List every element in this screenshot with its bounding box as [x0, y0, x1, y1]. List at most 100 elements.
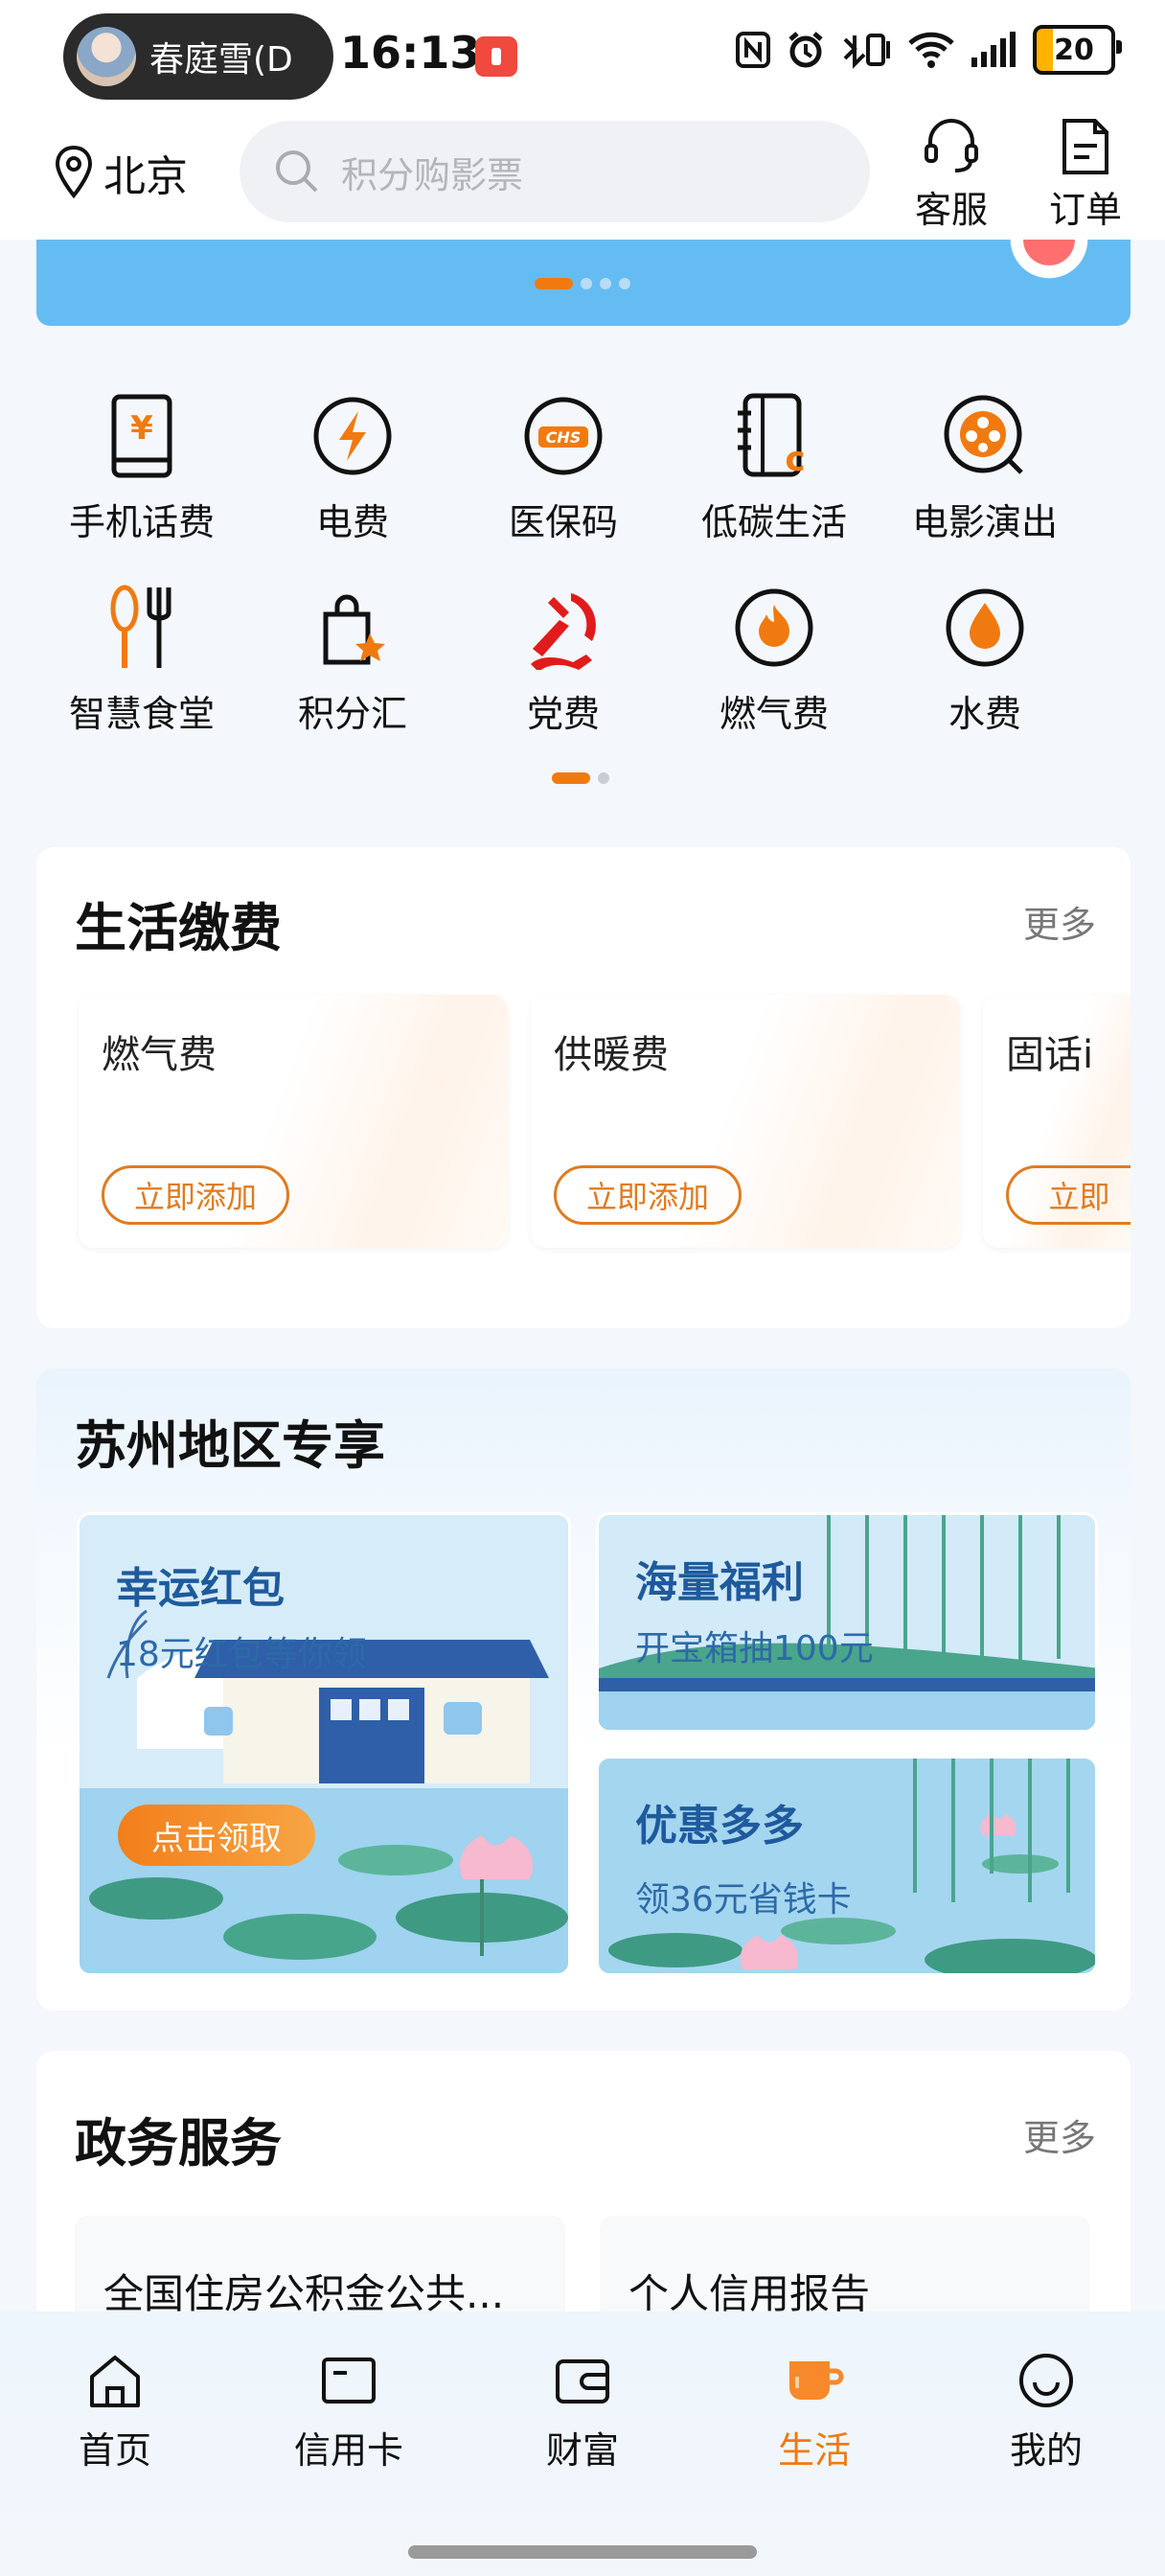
grid-item-electricity[interactable]: 电费	[247, 383, 458, 545]
bottom-nav: 首页 信用卡 财富 生活 我的	[0, 2312, 1165, 2576]
nav-life[interactable]: 生活	[738, 2350, 891, 2473]
grid-label: 低碳生活	[700, 501, 847, 543]
grid-item-canteen[interactable]: 智慧食堂	[36, 575, 247, 737]
medical-insurance-icon: CHS	[524, 397, 603, 475]
battery-icon: 20	[1033, 25, 1122, 75]
party-fee-icon	[531, 593, 596, 670]
tile-subtitle: 18元红包等你领	[116, 1635, 367, 1674]
user-pill[interactable]: 春庭雪(D	[63, 13, 333, 100]
grid-item-water-fee[interactable]: 水费	[879, 575, 1090, 737]
grid-label: 电影演出	[911, 501, 1058, 543]
tile-subtitle: 领36元省钱卡	[635, 1880, 852, 1920]
orders-label: 订单	[1048, 189, 1122, 231]
home-indicator[interactable]	[408, 2545, 757, 2559]
banner-decoration	[987, 240, 1111, 297]
status-icons: 20	[734, 25, 1122, 75]
bill-item-heating[interactable]: 供暖费 立即添加	[531, 995, 960, 1248]
mass-benefits-tile[interactable]: 海量福利 开宝箱抽100元	[596, 1512, 1098, 1733]
gov-services-card: 政务服务 更多 全国住房公积金公共... 个人信用报告	[36, 2051, 1131, 2338]
promo-banner[interactable]	[36, 240, 1131, 326]
tile-title: 优惠多多	[635, 1802, 804, 1851]
nav-mine[interactable]: 我的	[970, 2350, 1123, 2473]
bill-item-gas[interactable]: 燃气费 立即添加	[79, 995, 508, 1248]
nav-label: 信用卡	[293, 2429, 403, 2472]
clock: 16:13	[340, 27, 481, 79]
svg-text:¥: ¥	[130, 409, 153, 448]
nav-wealth[interactable]: 财富	[506, 2350, 659, 2473]
grid-label: 智慧食堂	[68, 693, 215, 735]
bill-label: 固话i	[1006, 1033, 1094, 1077]
tile-title: 海量福利	[635, 1558, 804, 1607]
customer-service-button[interactable]: 客服	[899, 117, 1004, 233]
more-link[interactable]: 更多	[1023, 2108, 1096, 2161]
orders-button[interactable]: 订单	[1033, 117, 1138, 233]
grid-item-party-fee[interactable]: 党费	[458, 575, 669, 737]
svg-text:c: c	[785, 440, 805, 479]
life-payment-card: 生活缴费 更多 燃气费 立即添加 供暖费 立即添加 固话i 立即	[36, 847, 1131, 1328]
water-drop-icon	[946, 588, 1024, 667]
more-link[interactable]: 更多	[1023, 895, 1096, 948]
smile-icon	[1019, 2354, 1073, 2407]
location-pin-icon	[55, 145, 93, 199]
city-label: 北京	[103, 152, 188, 201]
customer-service-label: 客服	[914, 189, 988, 231]
wallet-icon	[556, 2359, 609, 2404]
grid-label: 水费	[948, 693, 1021, 735]
top-header: 北京 积分购影票 客服 订单	[0, 113, 1165, 240]
vibrate-icon	[843, 34, 890, 69]
nav-label: 我的	[1009, 2429, 1083, 2472]
grid-item-low-carbon[interactable]: c 低碳生活	[669, 383, 879, 545]
signal-icon	[971, 32, 1016, 67]
cutlery-icon	[110, 585, 171, 668]
grid-label: 燃气费	[719, 693, 829, 735]
suzhou-exclusive-card: 苏州地区专享 幸运红包 18元红包等你领 点击领取 海量福利 开宝箱抽100元 …	[36, 1368, 1131, 2011]
tile-subtitle: 开宝箱抽100元	[635, 1629, 874, 1668]
film-reel-icon	[944, 395, 1023, 474]
lucky-red-packet-tile[interactable]: 幸运红包 18元红包等你领 点击领取	[77, 1512, 571, 1976]
wifi-icon	[908, 32, 954, 68]
order-document-icon	[1062, 119, 1108, 174]
points-bag-icon	[323, 594, 385, 665]
nfc-icon	[736, 32, 770, 68]
grid-item-movies[interactable]: 电影演出	[879, 383, 1090, 545]
add-now-button[interactable]: 立即添加	[102, 1165, 289, 1225]
phone-bill-icon: ¥	[111, 394, 172, 478]
grid-item-medical-code[interactable]: CHS 医保码	[458, 383, 669, 545]
grid-label: 积分汇	[297, 693, 407, 735]
headset-icon	[925, 119, 978, 172]
bill-label: 供暖费	[554, 1033, 669, 1077]
nav-label: 生活	[777, 2429, 851, 2472]
low-carbon-icon: c	[738, 393, 806, 479]
grid-label: 手机话费	[68, 501, 215, 543]
battery-level: 20	[1054, 33, 1094, 67]
gas-flame-icon	[735, 588, 813, 667]
add-now-button[interactable]: 立即	[1006, 1165, 1131, 1225]
bill-item-landline[interactable]: 固话i 立即	[983, 995, 1131, 1248]
search-input[interactable]: 积分购影票	[240, 121, 870, 222]
add-now-button[interactable]: 立即添加	[554, 1165, 742, 1225]
section-title: 政务服务	[75, 2113, 282, 2174]
nav-home[interactable]: 首页	[38, 2350, 192, 2473]
grid-label: 医保码	[508, 501, 618, 543]
nav-credit-card[interactable]: 信用卡	[272, 2350, 425, 2473]
grid-pagination	[552, 772, 609, 784]
section-title: 生活缴费	[75, 898, 282, 958]
grid-item-gas-fee[interactable]: 燃气费	[669, 575, 879, 737]
grid-item-points[interactable]: 积分汇	[247, 575, 458, 737]
grid-label: 电费	[315, 501, 389, 543]
credit-card-icon	[322, 2358, 376, 2404]
home-icon	[90, 2356, 140, 2407]
section-title: 苏州地区专享	[75, 1415, 385, 1476]
nav-label: 首页	[78, 2429, 151, 2472]
claim-now-button[interactable]: 点击领取	[118, 1805, 315, 1866]
alarm-icon	[788, 32, 823, 68]
user-name: 春庭雪(D	[149, 40, 293, 80]
notification-icon	[475, 36, 517, 77]
grid-item-phone-bill[interactable]: ¥ 手机话费	[36, 383, 247, 545]
status-bar: 春庭雪(D 16:13 20	[0, 0, 1165, 113]
location-selector[interactable]: 北京	[54, 142, 188, 203]
banner-pagination	[535, 278, 630, 289]
svg-text:CHS: CHS	[546, 428, 582, 447]
more-discounts-tile[interactable]: 优惠多多 领36元省钱卡	[596, 1756, 1098, 1976]
nav-label: 财富	[545, 2429, 619, 2472]
